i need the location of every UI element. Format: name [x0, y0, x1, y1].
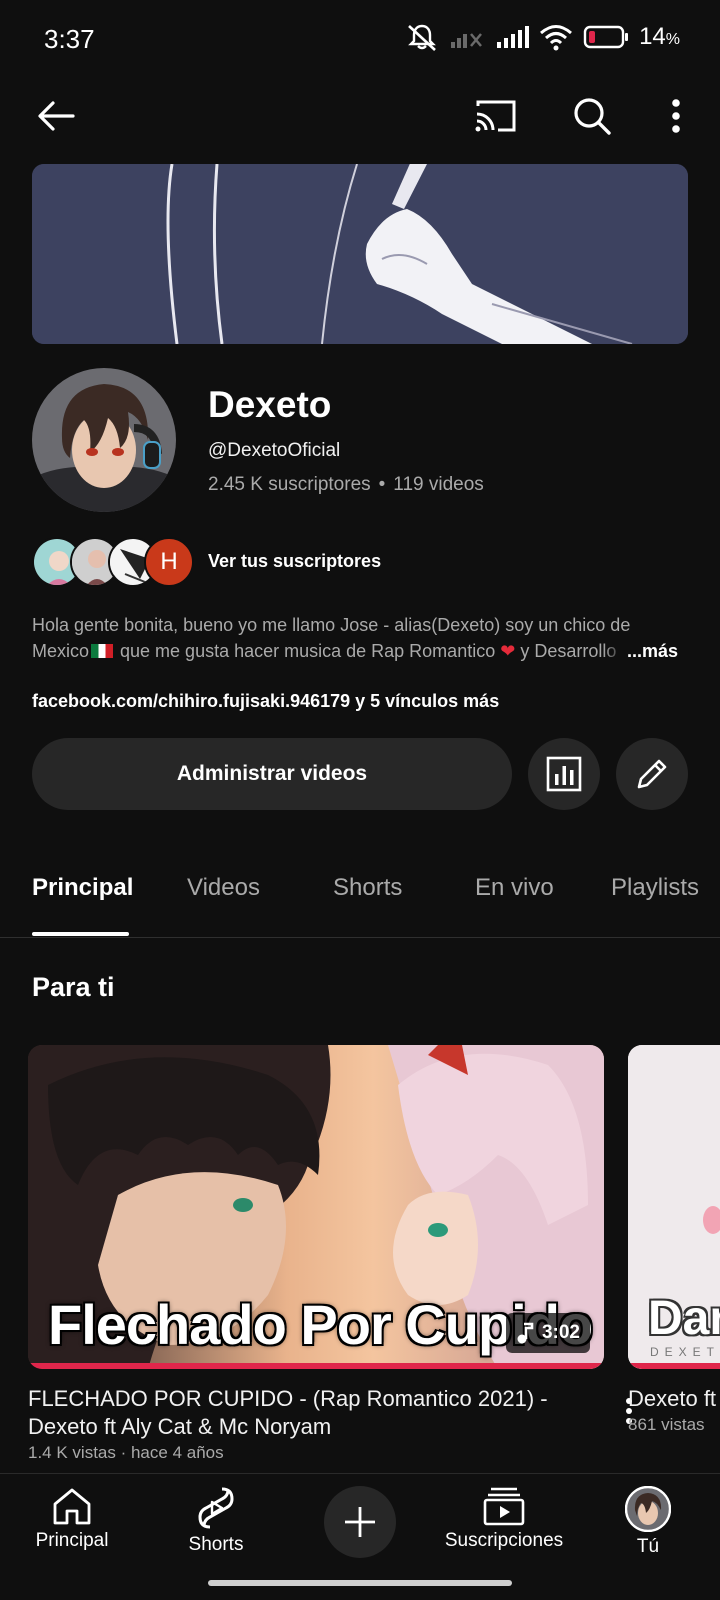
search-icon: [574, 98, 611, 135]
manage-videos-button[interactable]: Administrar videos: [32, 738, 512, 810]
tab-shorts[interactable]: Shorts: [333, 874, 402, 902]
video-thumbnail[interactable]: Dar DEXETO: [628, 1045, 720, 1369]
cast-icon: [475, 100, 516, 132]
analytics-icon: [546, 756, 582, 792]
more-options-button[interactable]: [648, 88, 704, 144]
signal-strength-icon: [497, 26, 530, 48]
video-meta: 861 vistas: [628, 1415, 705, 1434]
video-title[interactable]: Dexeto ft Oportunidad: [628, 1385, 720, 1413]
create-button[interactable]: [324, 1486, 396, 1558]
channel-avatar[interactable]: [32, 368, 176, 512]
heart-icon: ❤: [500, 641, 516, 661]
thumbnail-watermark-text: DEXETO: [650, 1345, 720, 1359]
subscriber-count: 2.45 K suscriptores: [208, 474, 371, 495]
home-icon: [53, 1488, 91, 1525]
stats-separator: •: [378, 474, 386, 495]
status-time: 3:37: [44, 24, 95, 54]
video-meta: 1.4 K vistas · hace 4 años: [28, 1443, 224, 1462]
video-card[interactable]: Flechado Por Cupido 3:02 FLECHADO POR CU…: [28, 1045, 632, 1463]
status-icons: 14%: [405, 22, 680, 52]
tab-playlists[interactable]: Playlists: [611, 874, 699, 902]
view-subscribers-link[interactable]: Ver tus suscriptores: [208, 551, 381, 572]
more-vert-icon: [672, 99, 680, 133]
signal-no-service-icon: [451, 33, 483, 48]
watch-progress-bar: [28, 1363, 604, 1369]
channel-stats: 2.45 K suscriptores • 119 videos: [208, 474, 484, 496]
nav-tu[interactable]: Tú: [578, 1486, 718, 1558]
subscriber-avatar-letter: H: [144, 537, 194, 587]
nav-principal[interactable]: Principal: [2, 1486, 142, 1552]
nav-suscripciones[interactable]: Suscripciones: [434, 1486, 574, 1552]
subscriber-avatars[interactable]: H: [32, 537, 194, 587]
status-bar: 3:37 14%: [0, 0, 720, 80]
tab-videos[interactable]: Videos: [187, 874, 260, 902]
edit-pencil-icon: [637, 759, 667, 789]
shorts-icon: [198, 1487, 234, 1529]
nav-shorts[interactable]: Shorts: [146, 1486, 286, 1556]
video-duration-badge: 3:02: [505, 1313, 590, 1353]
back-arrow-icon: [38, 101, 75, 131]
battery-percent: 14%: [639, 23, 680, 50]
create-plus-icon: [345, 1507, 375, 1537]
video-count: 119 videos: [393, 474, 484, 495]
thumbnail-title-text: Dar: [648, 1292, 720, 1345]
video-card[interactable]: Dar DEXETO Dexeto ft Oportunidad 861 vis…: [628, 1045, 720, 1435]
description-more-link[interactable]: ...más: [602, 638, 678, 664]
channel-handle: @DexetoOficial: [208, 440, 341, 461]
profile-avatar-icon: [625, 1486, 671, 1532]
cast-button[interactable]: [468, 88, 524, 144]
banner-artwork: [32, 164, 688, 344]
wifi-icon: [540, 25, 573, 51]
subscriptions-icon: [483, 1487, 525, 1526]
music-note-icon: [517, 1322, 534, 1344]
mexico-flag-icon: [91, 644, 114, 658]
channel-tabs: Principal Videos Shorts En vivo Playlist…: [0, 852, 720, 938]
video-thumbnail[interactable]: Flechado Por Cupido 3:02: [28, 1045, 604, 1369]
home-indicator[interactable]: [208, 1580, 512, 1586]
search-button[interactable]: [564, 88, 620, 144]
top-app-bar: [0, 80, 720, 152]
tab-principal[interactable]: Principal: [32, 874, 133, 902]
active-tab-indicator: [32, 932, 129, 936]
channel-name: Dexeto: [208, 384, 332, 425]
video-title[interactable]: FLECHADO POR CUPIDO - (Rap Romantico 202…: [28, 1385, 568, 1441]
description-line: Mexico que me gusta hacer musica de Rap …: [32, 641, 617, 661]
avatar-image: [32, 368, 176, 512]
channel-banner[interactable]: [32, 164, 688, 344]
edit-channel-button[interactable]: [616, 738, 688, 810]
watch-progress-bar: [628, 1363, 720, 1369]
mute-alarm-icon: [408, 24, 436, 51]
description-line: Hola gente bonita, bueno yo me llamo Jos…: [32, 615, 631, 635]
battery-icon: [583, 25, 629, 49]
analytics-button[interactable]: [528, 738, 600, 810]
channel-links[interactable]: facebook.com/chihiro.fujisaki.946179 y 5…: [32, 691, 499, 712]
channel-description[interactable]: Hola gente bonita, bueno yo me llamo Jos…: [32, 612, 688, 664]
section-title: Para ti: [32, 972, 115, 1002]
back-button[interactable]: [28, 88, 84, 144]
tab-en-vivo[interactable]: En vivo: [475, 874, 554, 902]
